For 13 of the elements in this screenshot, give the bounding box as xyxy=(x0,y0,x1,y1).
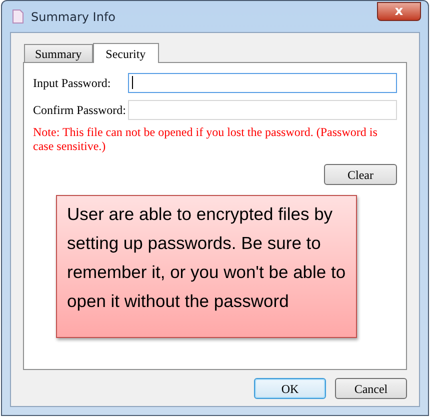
field-label: Input Password: xyxy=(33,74,112,92)
dialog-button[interactable]: Cancel xyxy=(335,378,407,399)
tab[interactable]: Security xyxy=(92,43,159,63)
text-caret xyxy=(132,76,133,89)
warning-note: Note: This file can not be opened if you lost the password. (Password is case sensitive.) xyxy=(33,125,378,153)
field-label: Confirm Password: xyxy=(33,102,127,118)
tab[interactable]: Summary xyxy=(24,44,93,62)
password-field[interactable] xyxy=(128,72,397,92)
window-title: Summary Info xyxy=(31,8,116,26)
document-icon xyxy=(12,9,24,24)
dialog-button[interactable]: OK xyxy=(254,378,326,399)
clear-button[interactable]: Clear xyxy=(324,164,397,185)
callout-note: User are able to encrypted files by setting up passwords. Be sure to remember it, or you won't be able to open it without the password xyxy=(56,195,357,338)
